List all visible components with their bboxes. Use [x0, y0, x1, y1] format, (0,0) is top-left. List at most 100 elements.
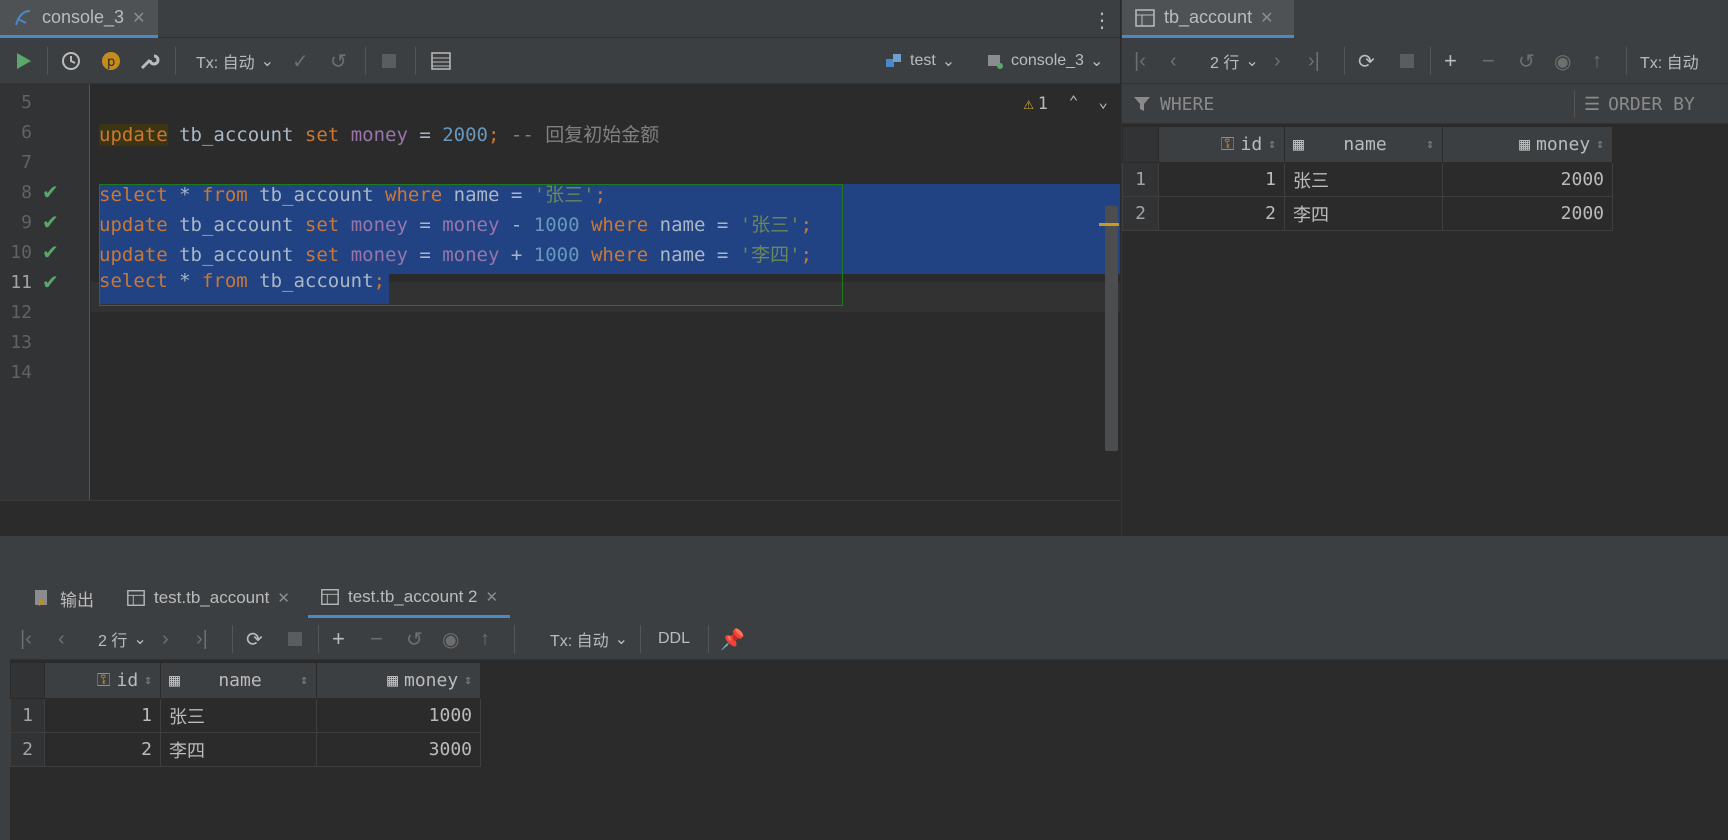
submit-button[interactable]: ↑: [480, 618, 490, 660]
row-count-dropdown[interactable]: 2 行 ⌄: [98, 618, 147, 660]
column-header-money[interactable]: ▦ money ⇕: [1442, 126, 1613, 163]
tab-output[interactable]: 输出: [28, 578, 98, 618]
table-row[interactable]: 2 2 李四 3000: [10, 732, 481, 767]
results-layout-button[interactable]: [430, 38, 452, 84]
chevron-down-icon[interactable]: ⌄: [1098, 92, 1108, 111]
refresh-button[interactable]: ⟳: [246, 618, 263, 660]
last-page-button[interactable]: ›|: [1308, 38, 1320, 84]
tx-mode-dropdown[interactable]: Tx: 自动: [1640, 38, 1699, 84]
first-page-button[interactable]: |‹: [1134, 38, 1146, 84]
tx-mode-dropdown[interactable]: Tx: 自动 ⌄: [550, 618, 628, 660]
refresh-button[interactable]: ⟳: [1358, 38, 1375, 84]
session-selector[interactable]: console_3 ⌄: [985, 38, 1103, 84]
table-row[interactable]: 1 1 张三 2000: [1122, 162, 1613, 197]
delete-row-button[interactable]: −: [1482, 38, 1495, 84]
cell-name[interactable]: 张三: [1284, 162, 1443, 197]
code-line[interactable]: select * from tb_account;: [99, 270, 385, 292]
table-row[interactable]: 2 2 李四 2000: [1122, 196, 1613, 231]
tx-mode-dropdown[interactable]: Tx: 自动 ⌄: [196, 38, 274, 84]
where-filter[interactable]: WHERE: [1132, 84, 1214, 124]
cell-id[interactable]: 2: [44, 732, 161, 767]
cell-id[interactable]: 2: [1158, 196, 1285, 231]
execute-button[interactable]: [12, 38, 34, 84]
close-icon[interactable]: ✕: [485, 588, 498, 606]
sort-icon[interactable]: ⇕: [1426, 137, 1434, 152]
explain-plan-button[interactable]: p: [100, 38, 122, 84]
cell-money[interactable]: 1000: [316, 698, 481, 733]
column-header-id[interactable]: ⚿ id ⇕: [44, 662, 161, 699]
code-area[interactable]: update tb_account set money = 2000; -- 回…: [91, 84, 1120, 500]
editor-scrollbar[interactable]: [1105, 206, 1118, 451]
more-options-icon[interactable]: ⋮: [1092, 8, 1112, 33]
sort-icon[interactable]: ⇕: [1268, 137, 1276, 152]
column-icon: ▦: [169, 670, 180, 691]
delete-row-button[interactable]: −: [370, 618, 383, 660]
column-header-name[interactable]: ▦ name ⇕: [160, 662, 317, 699]
column-header-name[interactable]: ▦ name ⇕: [1284, 126, 1443, 163]
column-header-money[interactable]: ▦ money ⇕: [316, 662, 481, 699]
close-icon[interactable]: ✕: [1260, 8, 1273, 28]
table-row[interactable]: 1 1 张三 1000: [10, 698, 481, 733]
close-icon[interactable]: ✕: [277, 589, 290, 607]
code-token: 1000: [533, 214, 580, 236]
close-icon[interactable]: ✕: [132, 8, 145, 28]
sort-icon[interactable]: ⇕: [1596, 137, 1604, 152]
rollback-button[interactable]: ↺: [330, 38, 347, 84]
next-page-button[interactable]: ›: [1274, 38, 1281, 84]
stop-button[interactable]: [286, 618, 304, 660]
revert-button[interactable]: ↺: [406, 618, 423, 660]
inspection-warnings[interactable]: ⚠ 1: [1024, 94, 1049, 114]
chevron-right-icon: ›: [162, 627, 169, 650]
sort-icon[interactable]: ⇕: [464, 673, 472, 688]
cell-name[interactable]: 李四: [160, 732, 317, 767]
settings-button[interactable]: [138, 38, 160, 84]
cell-id[interactable]: 1: [44, 698, 161, 733]
ddl-button[interactable]: DDL: [658, 618, 690, 660]
add-row-button[interactable]: +: [1444, 38, 1457, 84]
chevron-left-icon: ‹: [1170, 49, 1177, 72]
chevron-up-icon[interactable]: ⌃: [1069, 92, 1079, 111]
code-token: ;: [594, 184, 607, 206]
preview-changes-button[interactable]: ◉: [1554, 38, 1571, 84]
last-page-button[interactable]: ›|: [196, 618, 208, 660]
code-line[interactable]: update tb_account set money = money + 10…: [99, 240, 812, 267]
tab-test-tb-account-2[interactable]: test.tb_account 2 ✕: [308, 578, 511, 618]
prev-page-button[interactable]: ‹: [58, 618, 65, 660]
pin-button[interactable]: 📌: [720, 618, 745, 660]
tab-tb-account[interactable]: tb_account ✕: [1122, 0, 1294, 38]
commit-button[interactable]: ✓: [292, 38, 309, 84]
code-token: tb_account: [167, 124, 305, 146]
panel-divider[interactable]: [0, 536, 1728, 578]
code-line[interactable]: update tb_account set money = 2000; -- 回…: [99, 120, 659, 147]
revert-button[interactable]: ↺: [1518, 38, 1535, 84]
cell-name[interactable]: 张三: [160, 698, 317, 733]
tab-console-3[interactable]: console_3 ✕: [0, 0, 158, 38]
eye-icon: ◉: [1554, 50, 1572, 73]
first-page-button[interactable]: |‹: [20, 618, 32, 660]
code-line[interactable]: update tb_account set money = money - 10…: [99, 210, 812, 237]
preview-changes-button[interactable]: ◉: [442, 618, 459, 660]
column-header-id[interactable]: ⚿ id ⇕: [1158, 126, 1285, 163]
datasource-selector[interactable]: test ⌄: [884, 38, 955, 84]
chevron-down-icon: ⌄: [614, 631, 629, 648]
stop-button[interactable]: [1398, 38, 1416, 84]
prev-page-button[interactable]: ‹: [1170, 38, 1177, 84]
cell-name[interactable]: 李四: [1284, 196, 1443, 231]
order-by-filter[interactable]: ☰ ORDER BY: [1584, 84, 1695, 124]
code-line[interactable]: select * from tb_account where name = '张…: [99, 180, 606, 207]
tab-test-tb-account[interactable]: test.tb_account ✕: [122, 578, 294, 618]
cell-id[interactable]: 1: [1158, 162, 1285, 197]
row-count-dropdown[interactable]: 2 行 ⌄: [1210, 38, 1259, 84]
cell-money[interactable]: 2000: [1442, 162, 1613, 197]
cell-money[interactable]: 3000: [316, 732, 481, 767]
add-row-button[interactable]: +: [332, 618, 345, 660]
next-page-button[interactable]: ›: [162, 618, 169, 660]
sort-icon[interactable]: ⇕: [300, 673, 308, 688]
sort-icon[interactable]: ⇕: [144, 673, 152, 688]
stop-button[interactable]: [380, 38, 398, 84]
code-token: '李四': [739, 244, 801, 266]
tx-mode-label: Tx: 自动: [550, 633, 609, 650]
cell-money[interactable]: 2000: [1442, 196, 1613, 231]
submit-button[interactable]: ↑: [1592, 38, 1602, 84]
history-button[interactable]: [60, 38, 82, 84]
